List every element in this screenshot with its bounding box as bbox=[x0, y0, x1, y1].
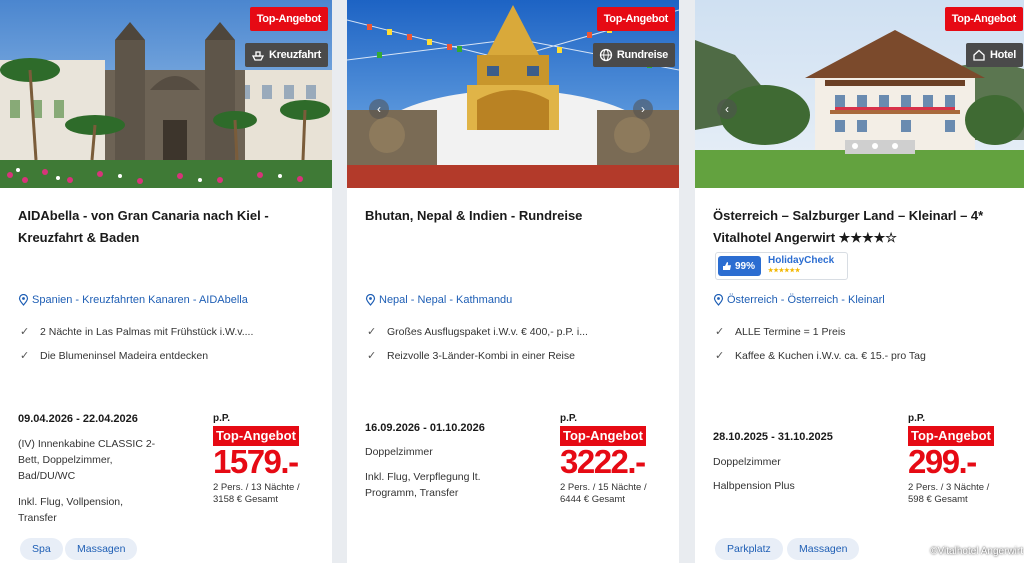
holidaycheck-name: HolidayCheck bbox=[768, 255, 835, 266]
category-badge: Rundreise bbox=[592, 43, 675, 67]
room-type: Doppelzimmer bbox=[713, 456, 781, 468]
tag-parkplatz[interactable]: Parkplatz bbox=[715, 538, 783, 560]
travel-dates: 28.10.2025 - 31.10.2025 bbox=[713, 431, 833, 443]
feature-item: ✓ Reizvolle 3-Länder-Kombi in einer Reise bbox=[367, 349, 575, 363]
price-info: 2 Pers. / 3 Nächte /598 € Gesamt bbox=[908, 482, 1018, 506]
category-label: Rundreise bbox=[616, 49, 668, 61]
check-icon: ✓ bbox=[367, 326, 377, 338]
price-info: 2 Pers. / 15 Nächte /6444 € Gesamt bbox=[560, 482, 670, 506]
ship-icon bbox=[251, 51, 265, 61]
feature-text: 2 Nächte in Las Palmas mit Frühstück i.W… bbox=[40, 325, 254, 338]
feature-item: ✓ Kaffee & Kuchen i.W.v. ca. € 15.- pro T… bbox=[715, 349, 926, 363]
category-label: Kreuzfahrt bbox=[268, 49, 321, 61]
feature-item: ✓ 2 Nächte in Las Palmas mit Frühstück i.… bbox=[20, 325, 254, 339]
price-info-line: 2 Pers. / 15 Nächte / bbox=[560, 482, 647, 493]
category-badge: Kreuzfahrt bbox=[244, 43, 328, 67]
location-text: Spanien - Kreuzfahrten Kanaren - AIDAbel… bbox=[32, 294, 248, 306]
check-icon: ✓ bbox=[715, 326, 725, 338]
top-offer-badge: Top-Angebot bbox=[944, 7, 1023, 31]
price-box: p.P. Top-Angebot 299.- 2 Pers. / 3 Nächt… bbox=[908, 413, 1018, 506]
house-icon bbox=[973, 49, 985, 61]
price: 299.- bbox=[908, 443, 977, 480]
price-total: 6444 € Gesamt bbox=[560, 494, 625, 505]
price: 3222.- bbox=[560, 443, 646, 480]
offer-card-vitalhotel[interactable]: ©Vitalhotel Angerwirt Top-Angebot Hotel … bbox=[695, 0, 1024, 563]
travel-dates: 16.09.2026 - 01.10.2026 bbox=[365, 422, 485, 434]
offer-title[interactable]: Österreich – Salzburger Land – Kleinarl … bbox=[713, 205, 1009, 249]
top-offer-badge: Top-Angebot bbox=[249, 7, 328, 31]
location-text: Österreich - Österreich - Kleinarl bbox=[727, 294, 885, 306]
location-pin-icon bbox=[713, 294, 724, 306]
check-icon: ✓ bbox=[20, 326, 30, 338]
image-copyright: ©Vitalhotel Angerwirt bbox=[930, 546, 1023, 557]
feature-text: Kaffee & Kuchen i.W.v. ca. € 15.- pro Ta… bbox=[735, 349, 926, 362]
price-info-line: 2 Pers. / 13 Nächte / bbox=[213, 482, 300, 493]
price-box: p.P. Top-Angebot 3222.- 2 Pers. / 15 Näc… bbox=[560, 413, 670, 506]
offer-card-aidabella[interactable]: Top-Angebot Kreuzfahrt AIDAbella - von G… bbox=[0, 0, 332, 563]
price-box: p.P. Top-Angebot 1579.- 2 Pers. / 13 Näc… bbox=[213, 413, 323, 506]
feature-item: ✓ Die Blumeninsel Madeira entdecken bbox=[20, 349, 209, 363]
offer-card-bhutan[interactable]: Top-Angebot Rundreise ‹ › Bhutan, Nepal … bbox=[347, 0, 679, 563]
feature-text: ALLE Termine = 1 Preis bbox=[735, 325, 846, 338]
holidaycheck-score: 99% bbox=[735, 260, 756, 272]
category-label: Hotel bbox=[989, 49, 1016, 61]
included-services: Inkl. Flug, Verpflegung lt. Programm, Tr… bbox=[365, 471, 481, 499]
check-icon: ✓ bbox=[367, 350, 377, 362]
check-icon: ✓ bbox=[20, 350, 30, 362]
feature-item: ✓ ALLE Termine = 1 Preis bbox=[715, 325, 846, 339]
travel-dates: 09.04.2026 - 22.04.2026 bbox=[18, 413, 138, 425]
category-badge: Hotel bbox=[965, 43, 1023, 67]
holidaycheck-logo: HolidayCheck ★★★★★★ bbox=[768, 256, 834, 276]
holidaycheck-score-badge: 99% bbox=[718, 256, 762, 276]
price-info-line: 2 Pers. / 3 Nächte / bbox=[908, 482, 990, 493]
tag-spa[interactable]: Spa bbox=[20, 538, 63, 560]
offer-title[interactable]: Bhutan, Nepal & Indien - Rundreise bbox=[365, 205, 661, 227]
holidaycheck-rating[interactable]: 99% HolidayCheck ★★★★★★ bbox=[715, 252, 848, 280]
price-total: 598 € Gesamt bbox=[908, 494, 968, 505]
check-icon: ✓ bbox=[715, 350, 725, 362]
per-person-label: p.P. bbox=[560, 413, 578, 424]
thumbs-up-icon bbox=[723, 262, 731, 270]
price-info: 2 Pers. / 13 Nächte /3158 € Gesamt bbox=[213, 482, 323, 506]
carousel-next-button[interactable]: › bbox=[633, 99, 653, 119]
location-pin-icon bbox=[18, 294, 29, 306]
feature-text: Großes Ausflugspaket i.W.v. € 400,- p.P.… bbox=[387, 325, 588, 338]
holidaycheck-stars: ★★★★★★ bbox=[768, 268, 801, 274]
top-offer-badge: Top-Angebot bbox=[596, 7, 675, 31]
location[interactable]: Nepal - Nepal - Kathmandu bbox=[365, 294, 512, 306]
included-services: Halbpension Plus bbox=[713, 480, 795, 492]
globe-icon bbox=[599, 48, 613, 62]
price: 1579.- bbox=[213, 443, 299, 480]
feature-text: Die Blumeninsel Madeira entdecken bbox=[40, 349, 209, 362]
carousel-prev-button[interactable]: ‹ bbox=[717, 99, 737, 119]
per-person-label: p.P. bbox=[908, 413, 926, 424]
per-person-label: p.P. bbox=[213, 413, 231, 424]
tag-massagen[interactable]: Massagen bbox=[65, 538, 138, 560]
room-type: (IV) Innenkabine CLASSIC 2-Bett, Doppelz… bbox=[18, 438, 156, 482]
room-type: Doppelzimmer bbox=[365, 446, 433, 458]
location[interactable]: Österreich - Österreich - Kleinarl bbox=[713, 294, 885, 306]
feature-text: Reizvolle 3-Länder-Kombi in einer Reise bbox=[387, 349, 575, 362]
location-pin-icon bbox=[365, 294, 376, 306]
offer-title[interactable]: AIDAbella - von Gran Canaria nach Kiel -… bbox=[18, 205, 314, 249]
price-total: 3158 € Gesamt bbox=[213, 494, 278, 505]
tag-massagen[interactable]: Massagen bbox=[787, 538, 860, 560]
location-text: Nepal - Nepal - Kathmandu bbox=[379, 294, 513, 306]
carousel-prev-button[interactable]: ‹ bbox=[369, 99, 389, 119]
feature-item: ✓ Großes Ausflugspaket i.W.v. € 400,- p.P… bbox=[367, 325, 588, 339]
location[interactable]: Spanien - Kreuzfahrten Kanaren - AIDAbel… bbox=[18, 294, 248, 306]
included-services: Inkl. Flug, Vollpension, Transfer bbox=[18, 496, 124, 524]
